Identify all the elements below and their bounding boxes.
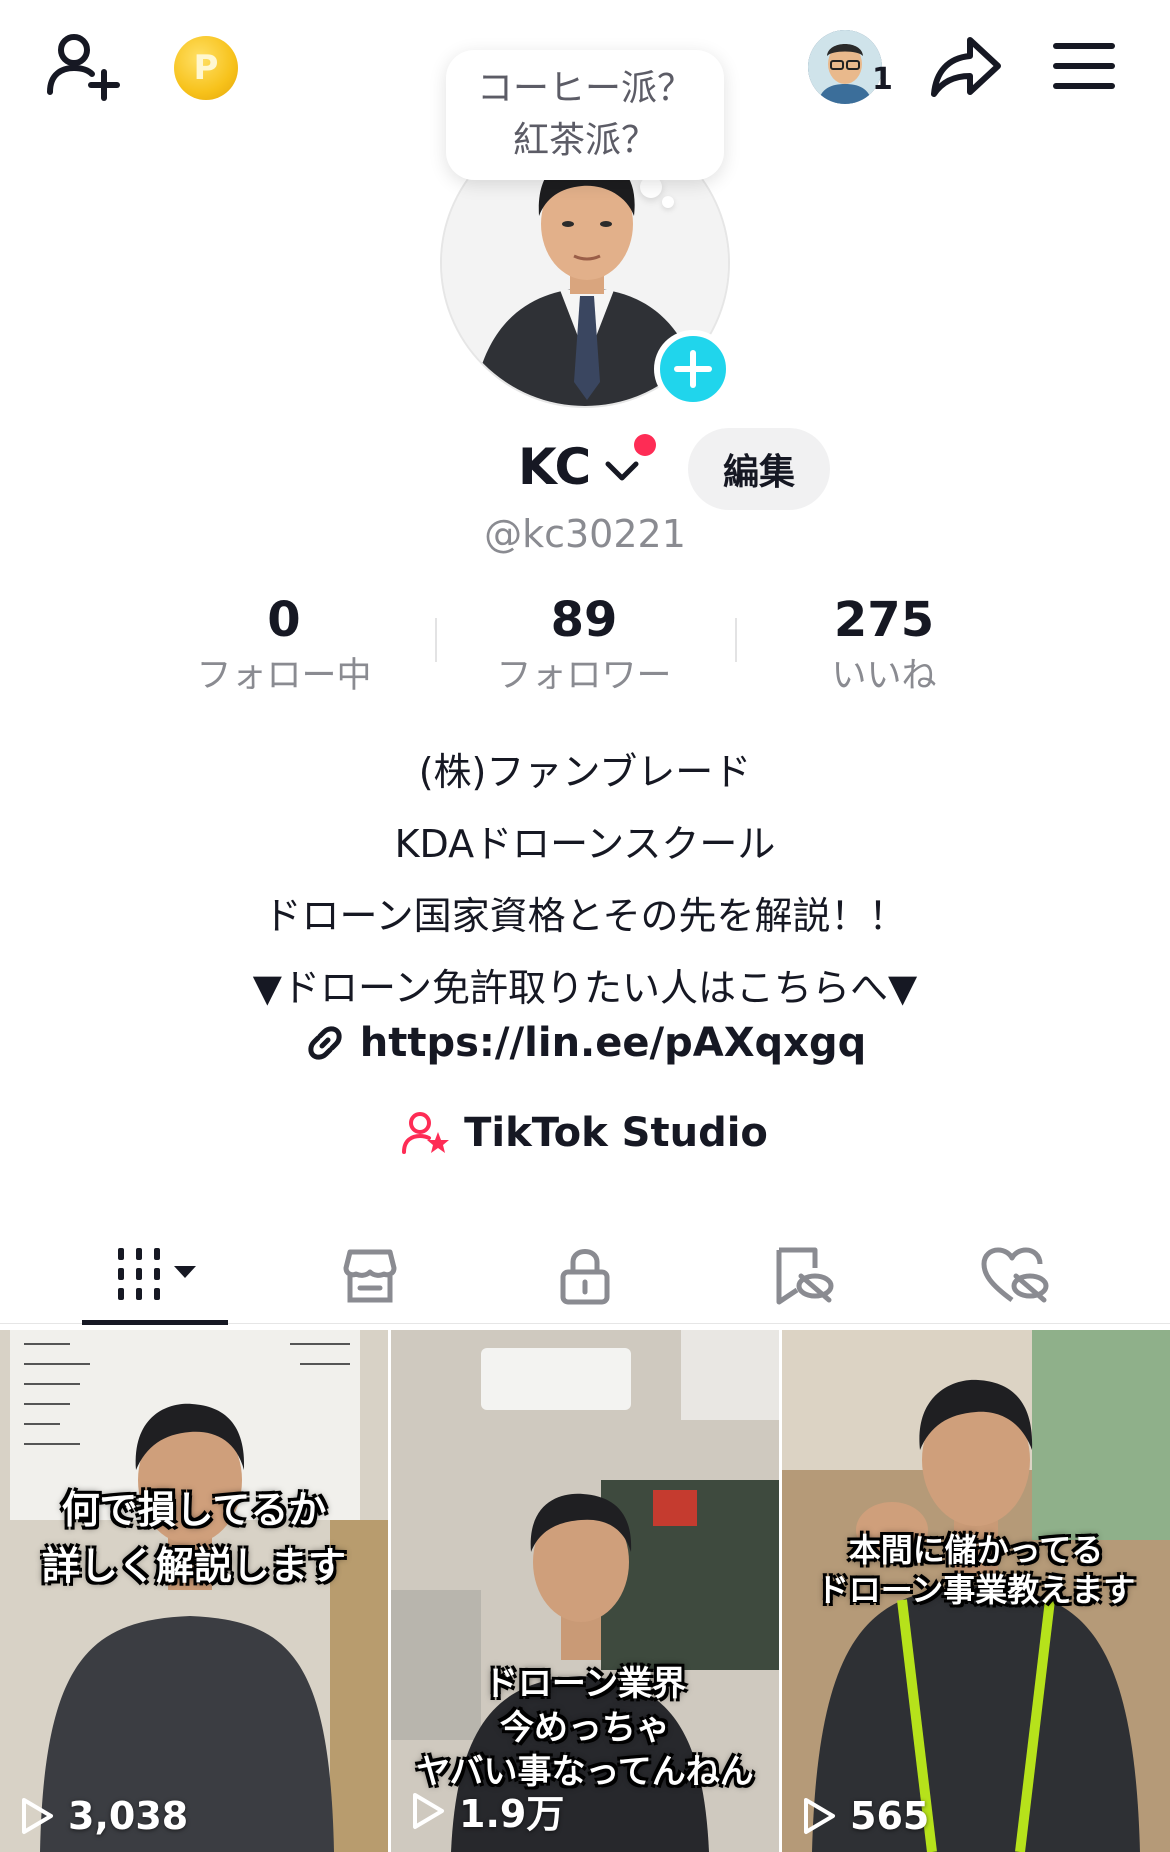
active-tab-indicator [82, 1320, 228, 1325]
bio-link-text: https://lin.ee/pAXqxgq [359, 1020, 867, 1066]
stat-likes[interactable]: 275 いいね [754, 590, 1014, 702]
chevron-down-icon[interactable] [602, 450, 642, 490]
following-label: フォロー中 [196, 656, 372, 696]
tiktok-studio-button[interactable]: TikTok Studio [0, 1110, 1170, 1156]
video-caption-line: 詳しく解説します [41, 1543, 346, 1588]
tab-shop[interactable] [295, 1228, 445, 1324]
stat-divider [435, 618, 437, 662]
edit-profile-button[interactable]: 編集 [688, 428, 830, 510]
view-count-text: 3,038 [68, 1794, 189, 1838]
followers-label: フォロワー [496, 656, 672, 696]
video-caption: 本間に儲かってる ドローン事業教えます [782, 1530, 1170, 1610]
heart-hidden-icon [981, 1247, 1049, 1303]
share-icon[interactable] [928, 30, 1004, 106]
stat-followers[interactable]: 89 フォロワー [454, 590, 714, 702]
profile-handle: @kc30221 [484, 512, 686, 556]
view-count: 3,038 [20, 1794, 188, 1838]
video-tile[interactable]: 何で損してるか 詳しく解説します 3,038 [0, 1330, 388, 1852]
bio-line: KDAドローンスクール [394, 822, 776, 866]
tab-private[interactable] [510, 1228, 660, 1324]
add-friend-icon[interactable] [44, 28, 124, 104]
status-note-bubble[interactable]: コーヒー派？ 紅茶派？ [446, 50, 724, 180]
friends-avatar[interactable] [808, 30, 882, 104]
coin-letter: P [193, 48, 219, 88]
tab-saved[interactable] [728, 1228, 878, 1324]
likes-label: いいね [831, 656, 937, 696]
video-tile[interactable]: 本間に儲かってる ドローン事業教えます 565 [782, 1330, 1170, 1852]
studio-icon [402, 1112, 450, 1154]
play-icon [22, 1798, 53, 1834]
bookmark-hidden-icon [776, 1247, 834, 1305]
status-note-line1: コーヒー派？ [476, 68, 693, 109]
following-count: 0 [267, 592, 301, 648]
video-tile[interactable]: ドローン業界 今めっちゃ ヤバい事なってんねん 1.9万 [391, 1330, 779, 1852]
bio-line: (株)ファンブレード [418, 750, 752, 794]
coin-icon[interactable]: P [174, 36, 238, 100]
notification-dot [634, 434, 656, 456]
tab-liked[interactable] [940, 1228, 1090, 1324]
shop-icon [343, 1249, 397, 1303]
view-count: 565 [802, 1794, 929, 1838]
edit-profile-label: 編集 [722, 452, 795, 493]
view-count: 1.9万 [411, 1783, 564, 1838]
video-grid: 何で損してるか 詳しく解説します 3,038 ドローン業界 今めっちゃ ヤバい事… [0, 1330, 1170, 1852]
view-count-text: 565 [850, 1794, 930, 1838]
bio-line: ドローン国家資格とその先を解説！！ [263, 894, 907, 938]
video-caption: 何で損してるか 詳しく解説します [0, 1482, 388, 1594]
studio-label: TikTok Studio [464, 1110, 768, 1156]
video-caption-line: ドローン業界 [483, 1664, 687, 1704]
profile-bio: (株)ファンブレード KDAドローンスクール ドローン国家資格とその先を解説！！… [0, 736, 1170, 1024]
status-note-line2: 紅茶派？ [512, 120, 657, 161]
menu-icon[interactable] [1052, 36, 1116, 96]
video-caption-line: ドローン事業教えます [816, 1571, 1136, 1609]
grid-icon [118, 1248, 196, 1300]
play-icon [413, 1792, 444, 1829]
followers-count: 89 [550, 592, 618, 648]
stat-divider [735, 618, 737, 662]
bubble-tail-small [662, 196, 674, 208]
play-icon [804, 1798, 835, 1834]
video-caption: ドローン業界 今めっちゃ ヤバい事なってんねん [391, 1662, 779, 1794]
video-caption-line: 今めっちゃ [500, 1708, 670, 1748]
name-row: KC 編集 [0, 428, 1170, 510]
friends-count-badge: 1 [872, 62, 893, 97]
video-caption-line: 本間に儲かってる [848, 1531, 1104, 1569]
link-icon [308, 1026, 342, 1060]
video-caption-line: 何で損してるか [61, 1487, 327, 1532]
content-tabs [0, 1228, 1170, 1324]
view-count-text: 1.9万 [459, 1792, 565, 1836]
likes-count: 275 [833, 592, 935, 648]
lock-icon [560, 1249, 610, 1305]
bio-link[interactable]: https://lin.ee/pAXqxgq [0, 1020, 1170, 1066]
bio-line: ▼ドローン免許取りたい人はこちらへ▼ [252, 966, 918, 1010]
profile-stats: 0 フォロー中 89 フォロワー 275 いいね [0, 590, 1170, 700]
stat-following[interactable]: 0 フォロー中 [154, 590, 414, 702]
profile-username[interactable]: KC [518, 438, 591, 496]
tab-videos[interactable] [80, 1228, 230, 1324]
add-story-button[interactable] [654, 330, 732, 408]
